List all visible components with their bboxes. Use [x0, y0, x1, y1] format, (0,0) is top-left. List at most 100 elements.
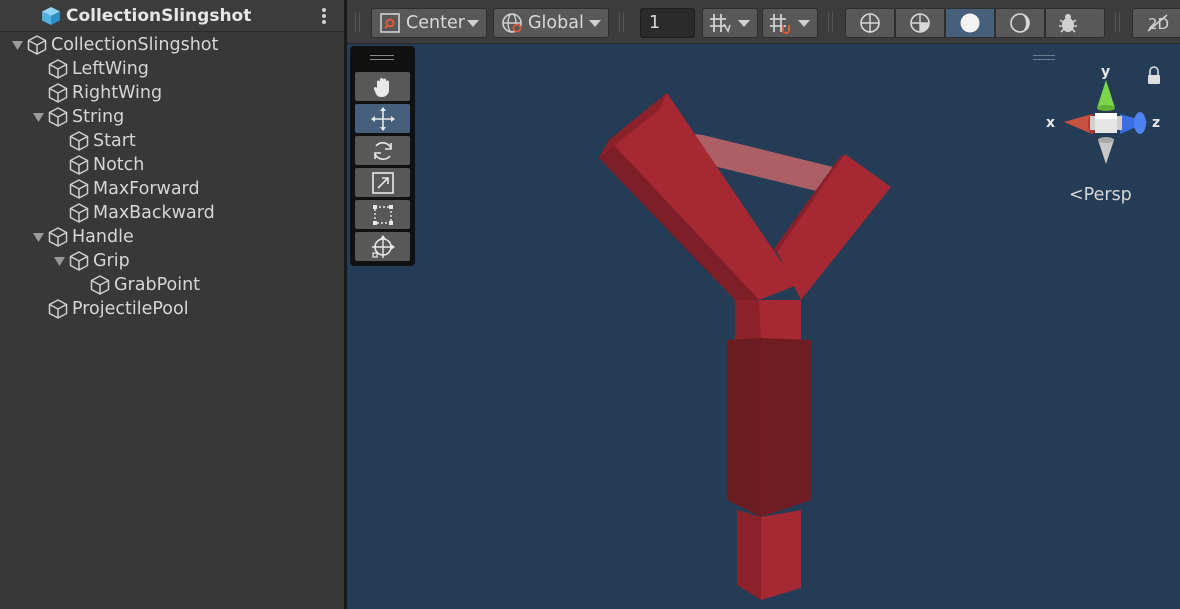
- expand-arrow-icon[interactable]: [10, 33, 24, 57]
- increment-snap-icon: [770, 14, 790, 34]
- gameobject-cube-icon: [90, 275, 110, 295]
- chevron-down-icon: [467, 20, 479, 27]
- no-arrow-spacer: [73, 273, 87, 297]
- hierarchy-item[interactable]: String: [31, 105, 124, 129]
- expand-arrow-icon[interactable]: [52, 249, 66, 273]
- hierarchy-item-label: MaxForward: [93, 179, 200, 199]
- hierarchy-panel: CollectionSlingshot CollectionSlingshot L…: [0, 0, 344, 609]
- projection-label: Persp: [1083, 185, 1132, 205]
- hierarchy-item-label: String: [72, 107, 125, 127]
- hierarchy-item[interactable]: Notch: [52, 153, 144, 177]
- hierarchy-item-label: CollectionSlingshot: [51, 35, 219, 55]
- hierarchy-item[interactable]: RightWing: [31, 81, 162, 105]
- hierarchy-item-label: Start: [93, 131, 136, 151]
- pivot-mode-dropdown[interactable]: Center: [371, 8, 487, 38]
- chevron-down-icon: [589, 20, 601, 27]
- gameobject-cube-icon: [27, 35, 47, 55]
- pivot-center-icon: [380, 13, 400, 33]
- hierarchy-item[interactable]: GrabPoint: [73, 273, 200, 297]
- hierarchy-item[interactable]: Start: [52, 129, 136, 153]
- globe-icon: [502, 13, 522, 33]
- toolbar-grip[interactable]: [355, 12, 360, 32]
- scene-toolbar: Center Global 1 2D: [347, 0, 1180, 44]
- gizmo-z-label: z: [1152, 115, 1160, 131]
- grid-snap-dropdown[interactable]: [702, 8, 758, 38]
- rect-tool-button[interactable]: [355, 200, 410, 229]
- draw-mode-shaded-wireframe[interactable]: [895, 8, 945, 38]
- draw-mode-unlit[interactable]: [995, 8, 1045, 38]
- overlay-drag-handle[interactable]: [370, 55, 394, 60]
- grid-size-input[interactable]: [640, 8, 695, 38]
- hierarchy-item-label: Grip: [93, 251, 130, 271]
- no-arrow-spacer: [31, 297, 45, 321]
- chevron-down-icon: [798, 20, 810, 27]
- space-mode-label: Global: [528, 13, 584, 33]
- hand-tool-icon: [373, 77, 389, 97]
- hierarchy-item-label: ProjectilePool: [72, 299, 189, 319]
- gameobject-cube-icon: [69, 251, 89, 271]
- gameobject-cube-icon: [69, 131, 89, 151]
- hierarchy-item-label: RightWing: [72, 83, 163, 103]
- hierarchy-item[interactable]: MaxForward: [52, 177, 200, 201]
- projection-toggle[interactable]: <Persp: [1069, 185, 1132, 205]
- gizmo-y-label: y: [1101, 64, 1110, 80]
- hierarchy-item-label: MaxBackward: [93, 203, 215, 223]
- hierarchy-item[interactable]: ProjectilePool: [31, 297, 189, 321]
- rotate-tool-button[interactable]: [355, 136, 410, 165]
- increment-snap-dropdown[interactable]: [762, 8, 818, 38]
- debug-draw-dropdown[interactable]: [1045, 8, 1105, 38]
- chevron-down-icon: [738, 20, 750, 27]
- move-tool-button[interactable]: [355, 104, 410, 133]
- prefab-title: CollectionSlingshot: [66, 6, 252, 26]
- chevron-left-icon: <: [1069, 185, 1084, 205]
- gameobject-cube-icon: [48, 83, 68, 103]
- scale-tool-icon: [371, 171, 394, 194]
- toolbar-grip[interactable]: [1115, 12, 1120, 32]
- no-arrow-spacer: [52, 129, 66, 153]
- hierarchy-item[interactable]: Grip: [52, 249, 130, 273]
- unity-editor: CollectionSlingshot CollectionSlingshot L…: [0, 0, 1180, 609]
- no-arrow-spacer: [52, 177, 66, 201]
- hierarchy-item[interactable]: CollectionSlingshot: [10, 33, 218, 57]
- transform-tool-button[interactable]: [355, 232, 410, 261]
- gameobject-cube-icon: [48, 107, 68, 127]
- gameobject-cube-icon: [48, 227, 68, 247]
- hand-tool-button[interactable]: [355, 72, 410, 101]
- hierarchy-item-label: Handle: [72, 227, 134, 247]
- shaded-icon: [960, 13, 980, 33]
- more-options-icon[interactable]: [318, 6, 330, 26]
- hierarchy-item-label: GrabPoint: [114, 275, 201, 295]
- gameobject-cube-icon: [69, 203, 89, 223]
- no-arrow-spacer: [52, 153, 66, 177]
- hierarchy-item[interactable]: LeftWing: [31, 57, 149, 81]
- draw-mode-shaded[interactable]: [945, 8, 995, 38]
- transform-tool-icon: [371, 234, 395, 258]
- rect-tool-icon: [372, 204, 393, 225]
- toggle-2d-text: 2D: [1148, 15, 1169, 33]
- toggle-2d-button[interactable]: 2D: [1132, 8, 1180, 38]
- no-arrow-spacer: [31, 57, 45, 81]
- debug-bug-icon: [1059, 14, 1077, 33]
- hierarchy-item[interactable]: Handle: [31, 225, 134, 249]
- lock-icon[interactable]: [1148, 66, 1160, 84]
- toolbar-grip[interactable]: [619, 12, 624, 32]
- scale-tool-button[interactable]: [355, 168, 410, 197]
- hierarchy-item-label: LeftWing: [72, 59, 149, 79]
- gameobject-cube-icon: [69, 155, 89, 175]
- no-arrow-spacer: [52, 201, 66, 225]
- gameobject-cube-icon: [48, 299, 68, 319]
- scene-view[interactable]: Center Global 1 2D y x z <Persp: [347, 0, 1180, 609]
- draw-mode-wireframe[interactable]: [845, 8, 895, 38]
- expand-arrow-icon[interactable]: [31, 105, 45, 129]
- pivot-rotation-dropdown[interactable]: Global: [493, 8, 609, 38]
- gameobject-cube-icon: [48, 59, 68, 79]
- move-tool-icon: [370, 106, 395, 131]
- hierarchy-item[interactable]: MaxBackward: [52, 201, 215, 225]
- gizmo-x-label: x: [1046, 115, 1055, 131]
- expand-arrow-icon[interactable]: [31, 225, 45, 249]
- unlit-icon: [1010, 13, 1030, 33]
- prefab-icon: [42, 7, 60, 25]
- shaded-wireframe-icon: [910, 13, 930, 33]
- toolbar-grip[interactable]: [828, 12, 833, 32]
- tools-overlay: [350, 46, 415, 266]
